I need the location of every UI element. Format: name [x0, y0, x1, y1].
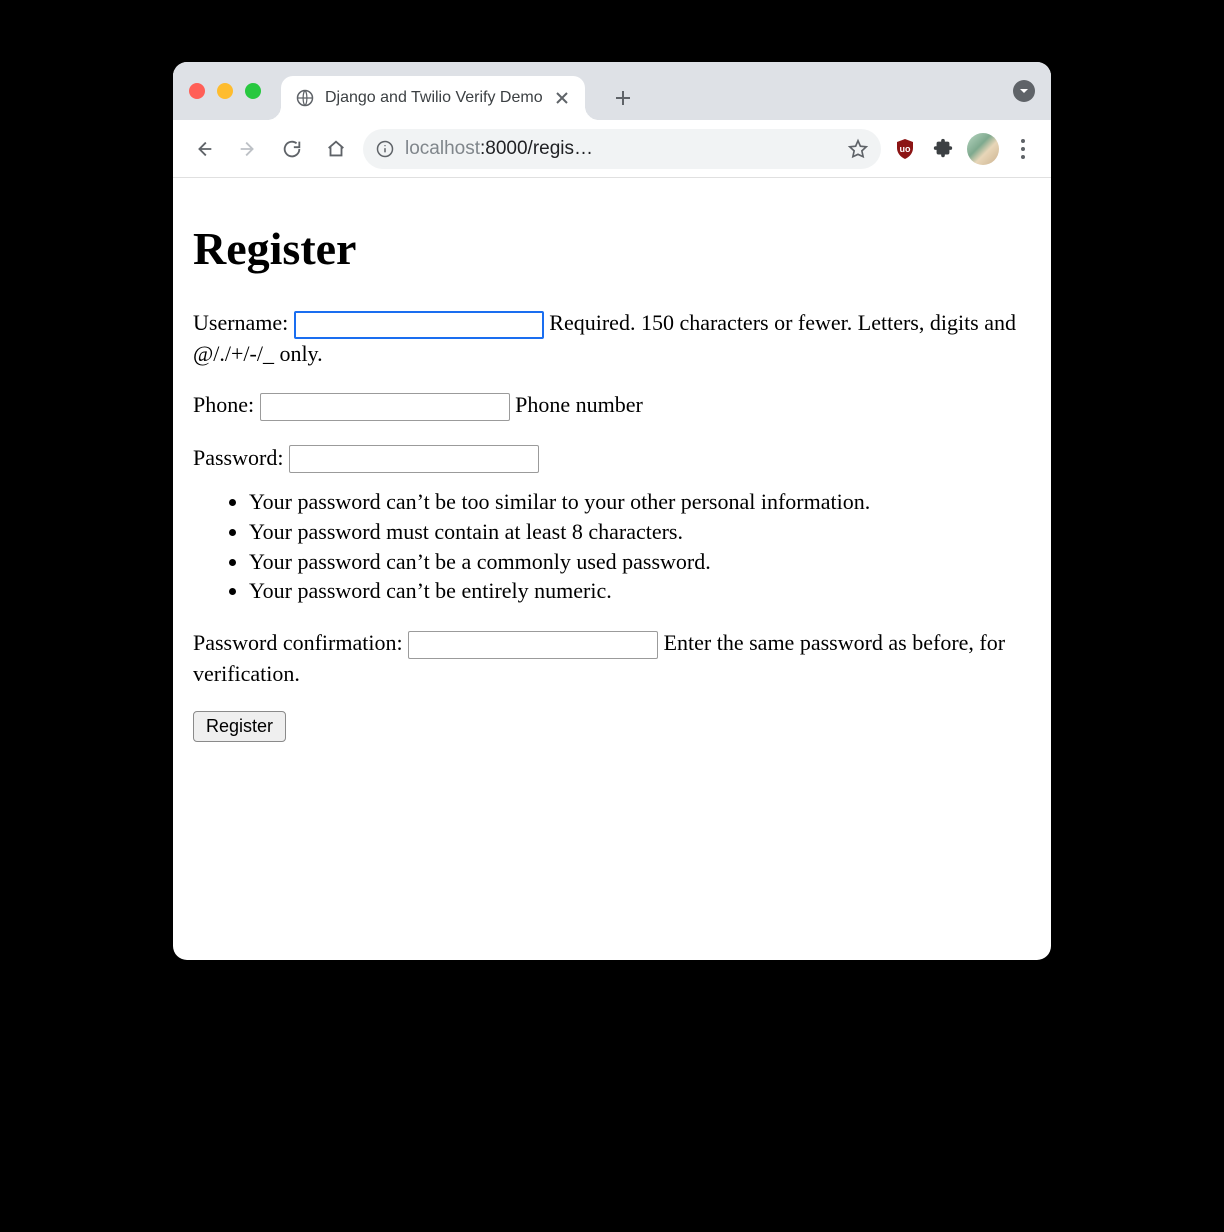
password-help-list: Your password can’t be too similar to yo… [249, 487, 1031, 606]
browser-window: Django and Twilio Verify Demo [173, 62, 1051, 960]
password-label: Password: [193, 445, 283, 470]
password-row: Password: [193, 443, 1031, 474]
profile-avatar[interactable] [967, 133, 999, 165]
traffic-lights [189, 62, 261, 120]
bookmark-star-icon[interactable] [847, 138, 869, 160]
new-tab-button[interactable] [607, 82, 639, 114]
window-zoom-button[interactable] [245, 83, 261, 99]
ublock-extension-icon[interactable]: uo [891, 135, 919, 163]
browser-menu-button[interactable] [1009, 135, 1037, 163]
password-help-item: Your password can’t be too similar to yo… [249, 487, 1031, 517]
password-help-item: Your password can’t be entirely numeric. [249, 576, 1031, 606]
globe-icon [295, 88, 315, 108]
tab-strip: Django and Twilio Verify Demo [173, 62, 1051, 120]
tab-close-button[interactable] [553, 89, 571, 107]
forward-button[interactable] [231, 132, 265, 166]
password-input[interactable] [289, 445, 539, 473]
password2-row: Password confirmation: Enter the same pa… [193, 628, 1031, 688]
password2-input[interactable] [408, 631, 658, 659]
home-button[interactable] [319, 132, 353, 166]
omnibox-path: :8000/regis… [480, 138, 593, 159]
window-close-button[interactable] [189, 83, 205, 99]
password-help-item: Your password must contain at least 8 ch… [249, 517, 1031, 547]
omnibox[interactable]: localhost:8000/regis… [363, 129, 881, 169]
phone-help: Phone number [515, 392, 643, 417]
svg-text:uo: uo [900, 144, 911, 154]
extensions-puzzle-icon[interactable] [929, 135, 957, 163]
phone-label: Phone: [193, 392, 254, 417]
username-label: Username: [193, 310, 288, 335]
browser-tab[interactable]: Django and Twilio Verify Demo [281, 76, 585, 120]
page-title: Register [193, 218, 1031, 280]
tab-title: Django and Twilio Verify Demo [325, 89, 543, 107]
username-input[interactable] [294, 311, 544, 339]
window-minimize-button[interactable] [217, 83, 233, 99]
password2-label: Password confirmation: [193, 630, 403, 655]
browser-toolbar: localhost:8000/regis… uo [173, 120, 1051, 178]
reload-button[interactable] [275, 132, 309, 166]
tab-search-button[interactable] [1013, 80, 1035, 102]
omnibox-host: localhost [405, 138, 480, 159]
page-content: Register Username: Required. 150 charact… [173, 178, 1051, 960]
username-row: Username: Required. 150 characters or fe… [193, 308, 1031, 368]
password-help-item: Your password can’t be a commonly used p… [249, 547, 1031, 577]
omnibox-text: localhost:8000/regis… [405, 138, 837, 160]
site-info-icon[interactable] [375, 139, 395, 159]
phone-input[interactable] [260, 393, 510, 421]
back-button[interactable] [187, 132, 221, 166]
register-button[interactable]: Register [193, 711, 286, 742]
phone-row: Phone: Phone number [193, 390, 1031, 421]
